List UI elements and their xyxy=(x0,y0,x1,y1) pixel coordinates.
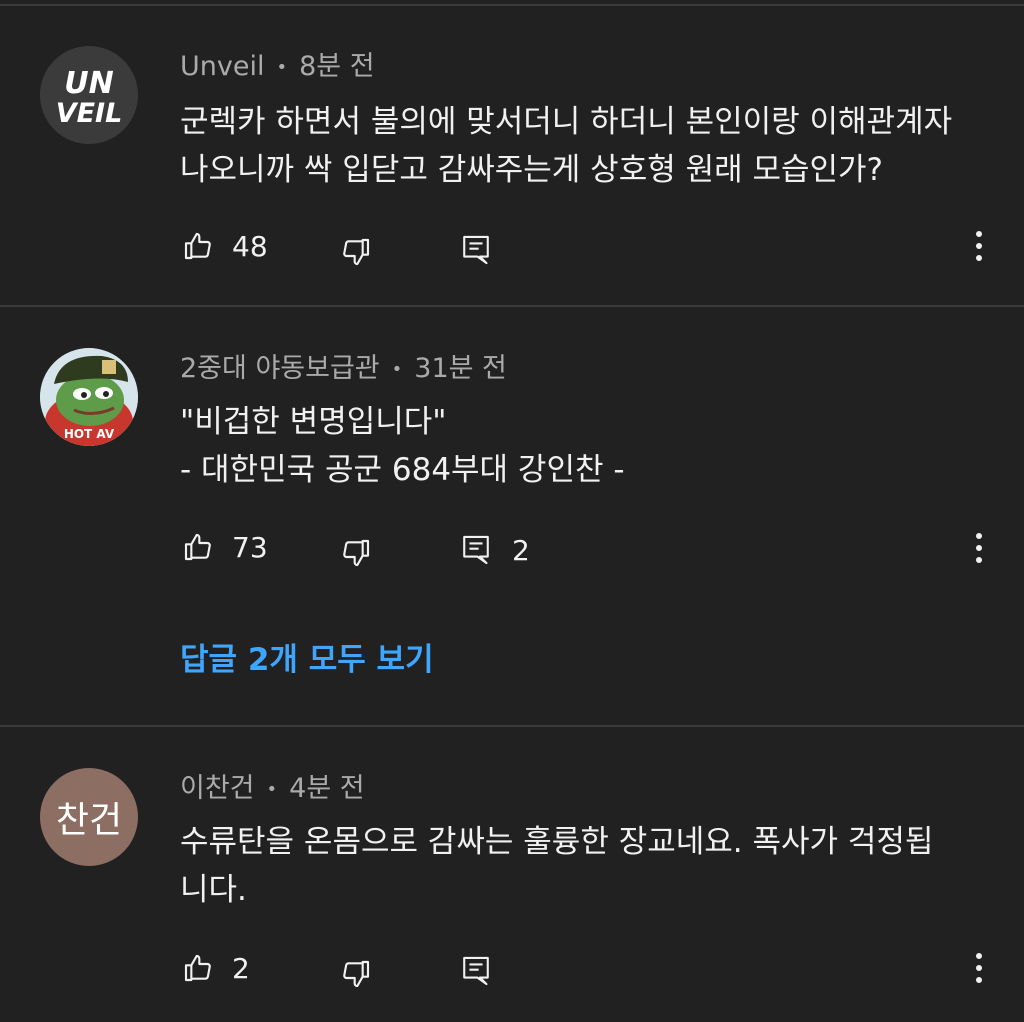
comment-time: 8분 전 xyxy=(299,51,375,82)
top-divider xyxy=(0,4,1024,6)
comment-time: 31분 전 xyxy=(414,353,507,384)
meta-dot: • xyxy=(391,358,403,380)
avatar-badge-text: HOT AV xyxy=(64,427,115,441)
reply-icon xyxy=(463,235,489,265)
avatar[interactable]: HOT AV xyxy=(40,348,138,446)
dislike-button[interactable] xyxy=(340,533,372,573)
meta-dot: • xyxy=(276,56,288,78)
comment-text-line: 나오니까 싹 입닫고 감싸주는게 상호형 원래 모습인가? xyxy=(180,152,884,188)
comment-text-line: 군렉카 하면서 불의에 맞서더니 하더니 본인이랑 이해관계자 xyxy=(180,104,953,140)
comment-text: 군렉카 하면서 불의에 맞서더니 하더니 본인이랑 이해관계자 나오니까 싹 입… xyxy=(180,98,990,194)
thumbs-down-icon xyxy=(343,238,370,266)
reply-count: 2 xyxy=(512,533,530,567)
comment-text: "비겁한 변명입니다" - 대한민국 공군 684부대 강인찬 - xyxy=(180,398,990,494)
comment-text-line: 니다. xyxy=(180,872,247,908)
unveil-logo-icon: UN VEIL xyxy=(40,46,138,144)
thumbs-down-icon xyxy=(343,960,370,988)
author-name[interactable]: 2중대 야동보급관 xyxy=(180,353,380,384)
like-count: 48 xyxy=(232,229,268,263)
like-button[interactable]: 73 xyxy=(182,527,268,567)
thumbs-down-icon xyxy=(343,539,370,567)
like-button[interactable]: 48 xyxy=(182,226,268,266)
thumbs-up-icon xyxy=(184,954,211,982)
pepe-soldier-avatar-icon: HOT AV xyxy=(40,348,138,446)
more-vert-icon xyxy=(976,533,982,563)
reply-button[interactable] xyxy=(460,951,492,991)
comments-page: UN VEIL Unveil • 8분 전 군렉카 하면서 불의에 맞서더니 하더니… xyxy=(0,0,1024,1022)
more-options-button[interactable] xyxy=(966,948,992,988)
like-button[interactable]: 2 xyxy=(182,948,250,988)
thumbs-up-icon xyxy=(184,232,211,260)
comment-text-line: - 대한민국 공군 684부대 강인찬 - xyxy=(180,452,625,488)
reply-button[interactable] xyxy=(460,230,492,270)
dislike-button[interactable] xyxy=(340,232,372,272)
author-name[interactable]: Unveil xyxy=(180,51,264,82)
comment-text-line: 수류탄을 온몸으로 감싸는 훌륭한 장교네요. 폭사가 걱정됩 xyxy=(180,824,934,860)
like-count: 73 xyxy=(232,530,268,564)
comment-meta: Unveil • 8분 전 xyxy=(180,50,375,85)
avatar[interactable]: 찬건 xyxy=(40,768,138,866)
more-vert-icon xyxy=(976,231,982,261)
like-count: 2 xyxy=(232,951,250,985)
dislike-button[interactable] xyxy=(340,954,372,994)
avatar-text-line1: UN xyxy=(64,66,113,101)
reply-button[interactable]: 2 xyxy=(460,530,530,570)
comment-text-line: "비겁한 변명입니다" xyxy=(180,404,447,440)
meta-dot: • xyxy=(266,778,278,800)
more-options-button[interactable] xyxy=(966,226,992,266)
comment-time: 4분 전 xyxy=(289,773,365,804)
comment-meta: 2중대 야동보급관 • 31분 전 xyxy=(180,352,507,387)
comment-text: 수류탄을 온몸으로 감싸는 훌륭한 장교네요. 폭사가 걱정됩 니다. xyxy=(180,818,990,914)
reply-icon xyxy=(463,956,489,986)
author-name[interactable]: 이찬건 xyxy=(180,773,255,804)
thumbs-up-icon xyxy=(184,533,211,561)
avatar-initials: 찬건 xyxy=(55,800,123,841)
avatar-text-line2: VEIL xyxy=(56,98,123,129)
avatar[interactable]: UN VEIL xyxy=(40,46,138,144)
reply-icon xyxy=(463,535,489,565)
more-vert-icon xyxy=(976,953,982,983)
comment-divider xyxy=(0,305,1024,307)
comment-divider xyxy=(0,725,1024,727)
more-options-button[interactable] xyxy=(966,528,992,568)
comment-meta: 이찬건 • 4분 전 xyxy=(180,772,365,807)
view-replies-link[interactable]: 답글 2개 모두 보기 xyxy=(180,634,434,679)
